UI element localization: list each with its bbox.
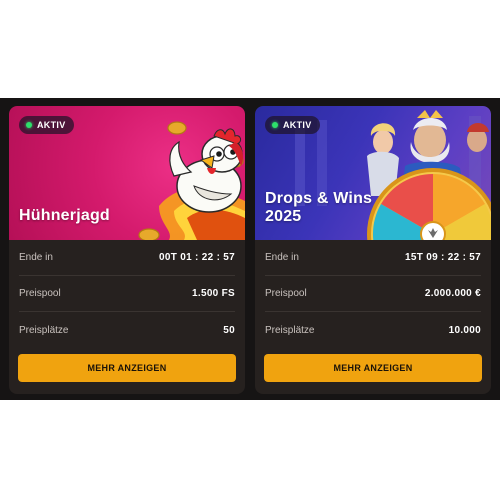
active-dot-icon [26, 122, 32, 128]
card-banner: AKTIV Hühnerjagd [9, 106, 245, 240]
prizepool-value: 1.500 FS [192, 288, 235, 299]
countdown-value: 00T 01 : 22 : 57 [159, 252, 235, 263]
detail-label: Ende in [19, 252, 53, 263]
detail-label: Preispool [265, 288, 307, 299]
detail-label: Preispool [19, 288, 61, 299]
detail-row-places: Preisplätze 50 [19, 312, 235, 348]
card-details: Ende in 15T 09 : 22 : 57 Preispool 2.000… [255, 240, 491, 348]
coin-icon [167, 121, 187, 135]
tournament-section: AKTIV Hühnerjagd Ende in 00T 01 : 22 : 5… [0, 98, 500, 400]
coin-icon [138, 228, 160, 240]
detail-row-end: Ende in 15T 09 : 22 : 57 [265, 240, 481, 276]
active-dot-icon [272, 122, 278, 128]
card-banner: AKTIV Drops & Wins 2025 [255, 106, 491, 240]
detail-label: Ende in [265, 252, 299, 263]
countdown-value: 15T 09 : 22 : 57 [405, 252, 481, 263]
card-title: Hühnerjagd [19, 207, 110, 224]
tournament-card-huehnerjagd[interactable]: AKTIV Hühnerjagd Ende in 00T 01 : 22 : 5… [9, 106, 245, 394]
status-badge: AKTIV [19, 116, 74, 134]
status-badge-label: AKTIV [37, 120, 66, 130]
detail-row-prizepool: Preispool 1.500 FS [19, 276, 235, 312]
card-title: Drops & Wins 2025 [265, 190, 373, 225]
detail-row-end: Ende in 00T 01 : 22 : 57 [19, 240, 235, 276]
show-more-button[interactable]: MEHR ANZEIGEN [264, 354, 482, 382]
tournament-card-drops-wins[interactable]: AKTIV Drops & Wins 2025 Ende in 15T 09 :… [255, 106, 491, 394]
status-badge: AKTIV [265, 116, 320, 134]
detail-label: Preisplätze [265, 324, 315, 336]
detail-row-prizepool: Preispool 2.000.000 € [265, 276, 481, 312]
detail-row-places: Preisplätze 10.000 [265, 312, 481, 348]
show-more-button[interactable]: MEHR ANZEIGEN [18, 354, 236, 382]
detail-label: Preisplätze [19, 324, 69, 336]
places-value: 50 [223, 324, 235, 336]
status-badge-label: AKTIV [283, 120, 312, 130]
card-details: Ende in 00T 01 : 22 : 57 Preispool 1.500… [9, 240, 245, 348]
places-value: 10.000 [448, 324, 481, 336]
prizepool-value: 2.000.000 € [424, 288, 481, 299]
